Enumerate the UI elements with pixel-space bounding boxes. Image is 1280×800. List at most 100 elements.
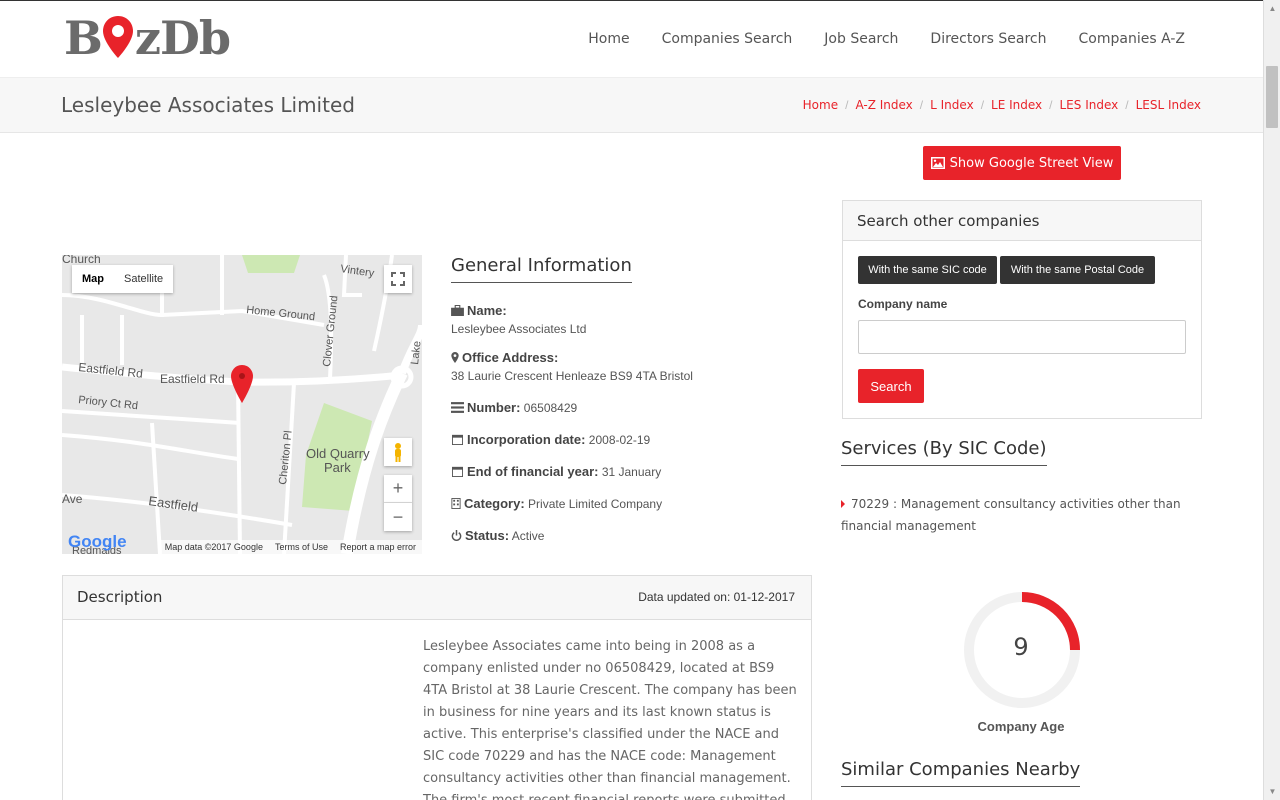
building-icon (451, 498, 461, 509)
pegman-icon[interactable] (384, 438, 412, 466)
map-attribution: Map data ©2017 Google Terms of Use Repor… (158, 540, 422, 554)
nav-directors-search[interactable]: Directors Search (930, 31, 1046, 47)
data-updated: Data updated on: 01-12-2017 (638, 590, 795, 604)
site-header: B zDb Home Companies Search Job Search D… (0, 1, 1263, 78)
service-item[interactable]: 70229 : Management consultancy activitie… (841, 493, 1206, 537)
financial-year-value: 31 January (601, 465, 662, 479)
google-map[interactable]: Church Vintery Home Ground Clover Ground… (62, 255, 422, 554)
map-label-park: Park (324, 460, 351, 475)
nav-job-search[interactable]: Job Search (824, 31, 898, 47)
show-street-view-button[interactable]: Show Google Street View (923, 146, 1121, 180)
caret-right-icon (841, 500, 845, 508)
search-other-companies-panel: Search other companies With the same SIC… (842, 200, 1202, 419)
company-age-label: Company Age (977, 719, 1065, 734)
incorporation-label: Incorporation date: (467, 432, 586, 447)
company-age: 9 Company Age (961, 589, 1083, 734)
info-financial-year: End of financial year: 31 January (451, 464, 811, 479)
company-name-input[interactable] (858, 320, 1186, 354)
map-type-control: Map Satellite (72, 265, 174, 293)
breadcrumb-le-index[interactable]: LE Index (991, 98, 1042, 112)
description-panel: Description Data updated on: 01-12-2017 … (62, 575, 812, 800)
services-title: Services (By SIC Code) (841, 438, 1047, 466)
search-button[interactable]: Search (858, 369, 924, 403)
category-value: Private Limited Company (528, 497, 663, 511)
map-data-text: Map data ©2017 Google (164, 542, 263, 552)
info-address: Office Address: 38 Laurie Crescent Henle… (451, 350, 811, 383)
category-label: Category: (464, 496, 525, 511)
logo-text-b: B (64, 11, 103, 65)
general-information: General Information Name: Lesleybee Asso… (451, 255, 811, 543)
similar-companies-title: Similar Companies Nearby (841, 759, 1081, 787)
description-title: Description (77, 588, 163, 606)
general-information-title: General Information (451, 255, 632, 283)
map-label-old-quarry: Old Quarry (306, 446, 370, 461)
similar-companies-section: Similar Companies Nearby (841, 759, 1081, 787)
incorporation-value: 2008-02-19 (588, 433, 651, 447)
info-name: Name: Lesleybee Associates Ltd (451, 303, 811, 336)
zoom-in-icon[interactable]: + (384, 475, 412, 503)
status-label: Status: (465, 528, 510, 543)
info-status: Status: Active (451, 528, 811, 543)
page-title: Lesleybee Associates Limited (61, 93, 355, 117)
company-age-value: 9 (1013, 633, 1029, 661)
scrollbar-thumb[interactable] (1266, 66, 1278, 128)
map-pin-logo-icon (102, 16, 133, 58)
breadcrumb-separator: / (845, 98, 849, 112)
map-type-map-button[interactable]: Map (72, 265, 114, 293)
map-tiles: Church Vintery Home Ground Clover Ground… (62, 255, 422, 554)
map-terms-link[interactable]: Terms of Use (275, 542, 328, 552)
services-section: Services (By SIC Code) 70229 : Managemen… (841, 438, 1206, 537)
name-value: Lesleybee Associates Ltd (451, 322, 587, 336)
nav-companies-search[interactable]: Companies Search (662, 31, 793, 47)
map-report-link[interactable]: Report a map error (340, 542, 416, 552)
logo[interactable]: B zDb (64, 11, 231, 65)
breadcrumb-separator: / (1049, 98, 1053, 112)
nav-home[interactable]: Home (588, 31, 629, 47)
calendar-icon (452, 434, 463, 445)
breadcrumb-lesl-index[interactable]: LESL Index (1136, 98, 1201, 112)
search-panel-title: Search other companies (843, 201, 1201, 241)
power-icon (451, 530, 462, 541)
financial-year-label: End of financial year: (467, 464, 599, 479)
name-label: Name: (467, 303, 507, 318)
list-icon (451, 402, 464, 413)
breadcrumb-l-index[interactable]: L Index (930, 98, 974, 112)
google-logo-text: Google (68, 532, 127, 551)
map-type-satellite-button[interactable]: Satellite (114, 265, 173, 293)
info-incorporation: Incorporation date: 2008-02-19 (451, 432, 811, 447)
company-name-label: Company name (858, 297, 948, 311)
page: B zDb Home Companies Search Job Search D… (0, 0, 1263, 800)
number-value: 06508429 (523, 401, 578, 415)
google-logo: Google (68, 532, 127, 552)
zoom-out-icon[interactable]: − (384, 503, 412, 531)
service-item-text: 70229 : Management consultancy activitie… (841, 497, 1181, 533)
description-body: Lesleybee Associates came into being in … (423, 639, 797, 800)
address-label: Office Address: (462, 350, 559, 365)
breadcrumb-a-z-index[interactable]: A-Z Index (855, 98, 912, 112)
fullscreen-icon[interactable] (384, 265, 412, 293)
same-sic-code-button[interactable]: With the same SIC code (858, 256, 997, 284)
breadcrumb-separator: / (1125, 98, 1129, 112)
nav-companies-a-z[interactable]: Companies A-Z (1079, 31, 1185, 47)
page-scrollbar[interactable]: ▲ ▼ (1263, 0, 1280, 800)
scroll-up-icon[interactable]: ▲ (1264, 0, 1280, 17)
map-label-lake: Lake (409, 340, 422, 365)
breadcrumb-separator: / (919, 98, 924, 112)
address-value: 38 Laurie Crescent Henleaze BS9 4TA Bris… (451, 369, 693, 383)
breadcrumb: Home / A-Z Index / L Index / LE Index / … (803, 98, 1201, 112)
scroll-down-icon[interactable]: ▼ (1264, 783, 1280, 800)
same-postal-code-button[interactable]: With the same Postal Code (1000, 256, 1155, 284)
map-label-ave: Ave (62, 492, 83, 506)
breadcrumb-home[interactable]: Home (803, 98, 838, 112)
info-number: Number: 06508429 (451, 400, 811, 415)
briefcase-icon (451, 305, 464, 316)
breadcrumb-les-index[interactable]: LES Index (1060, 98, 1119, 112)
main-nav: Home Companies Search Job Search Directo… (588, 31, 1185, 47)
title-bar: Lesleybee Associates Limited Home / A-Z … (0, 78, 1263, 133)
map-label-eastfield-rd-2: Eastfield Rd (160, 372, 225, 386)
logo-text-zdb: zDb (134, 11, 231, 65)
picture-icon (930, 157, 945, 169)
breadcrumb-separator: / (980, 98, 985, 112)
calendar-icon (452, 466, 463, 477)
street-view-label: Show Google Street View (949, 155, 1114, 171)
